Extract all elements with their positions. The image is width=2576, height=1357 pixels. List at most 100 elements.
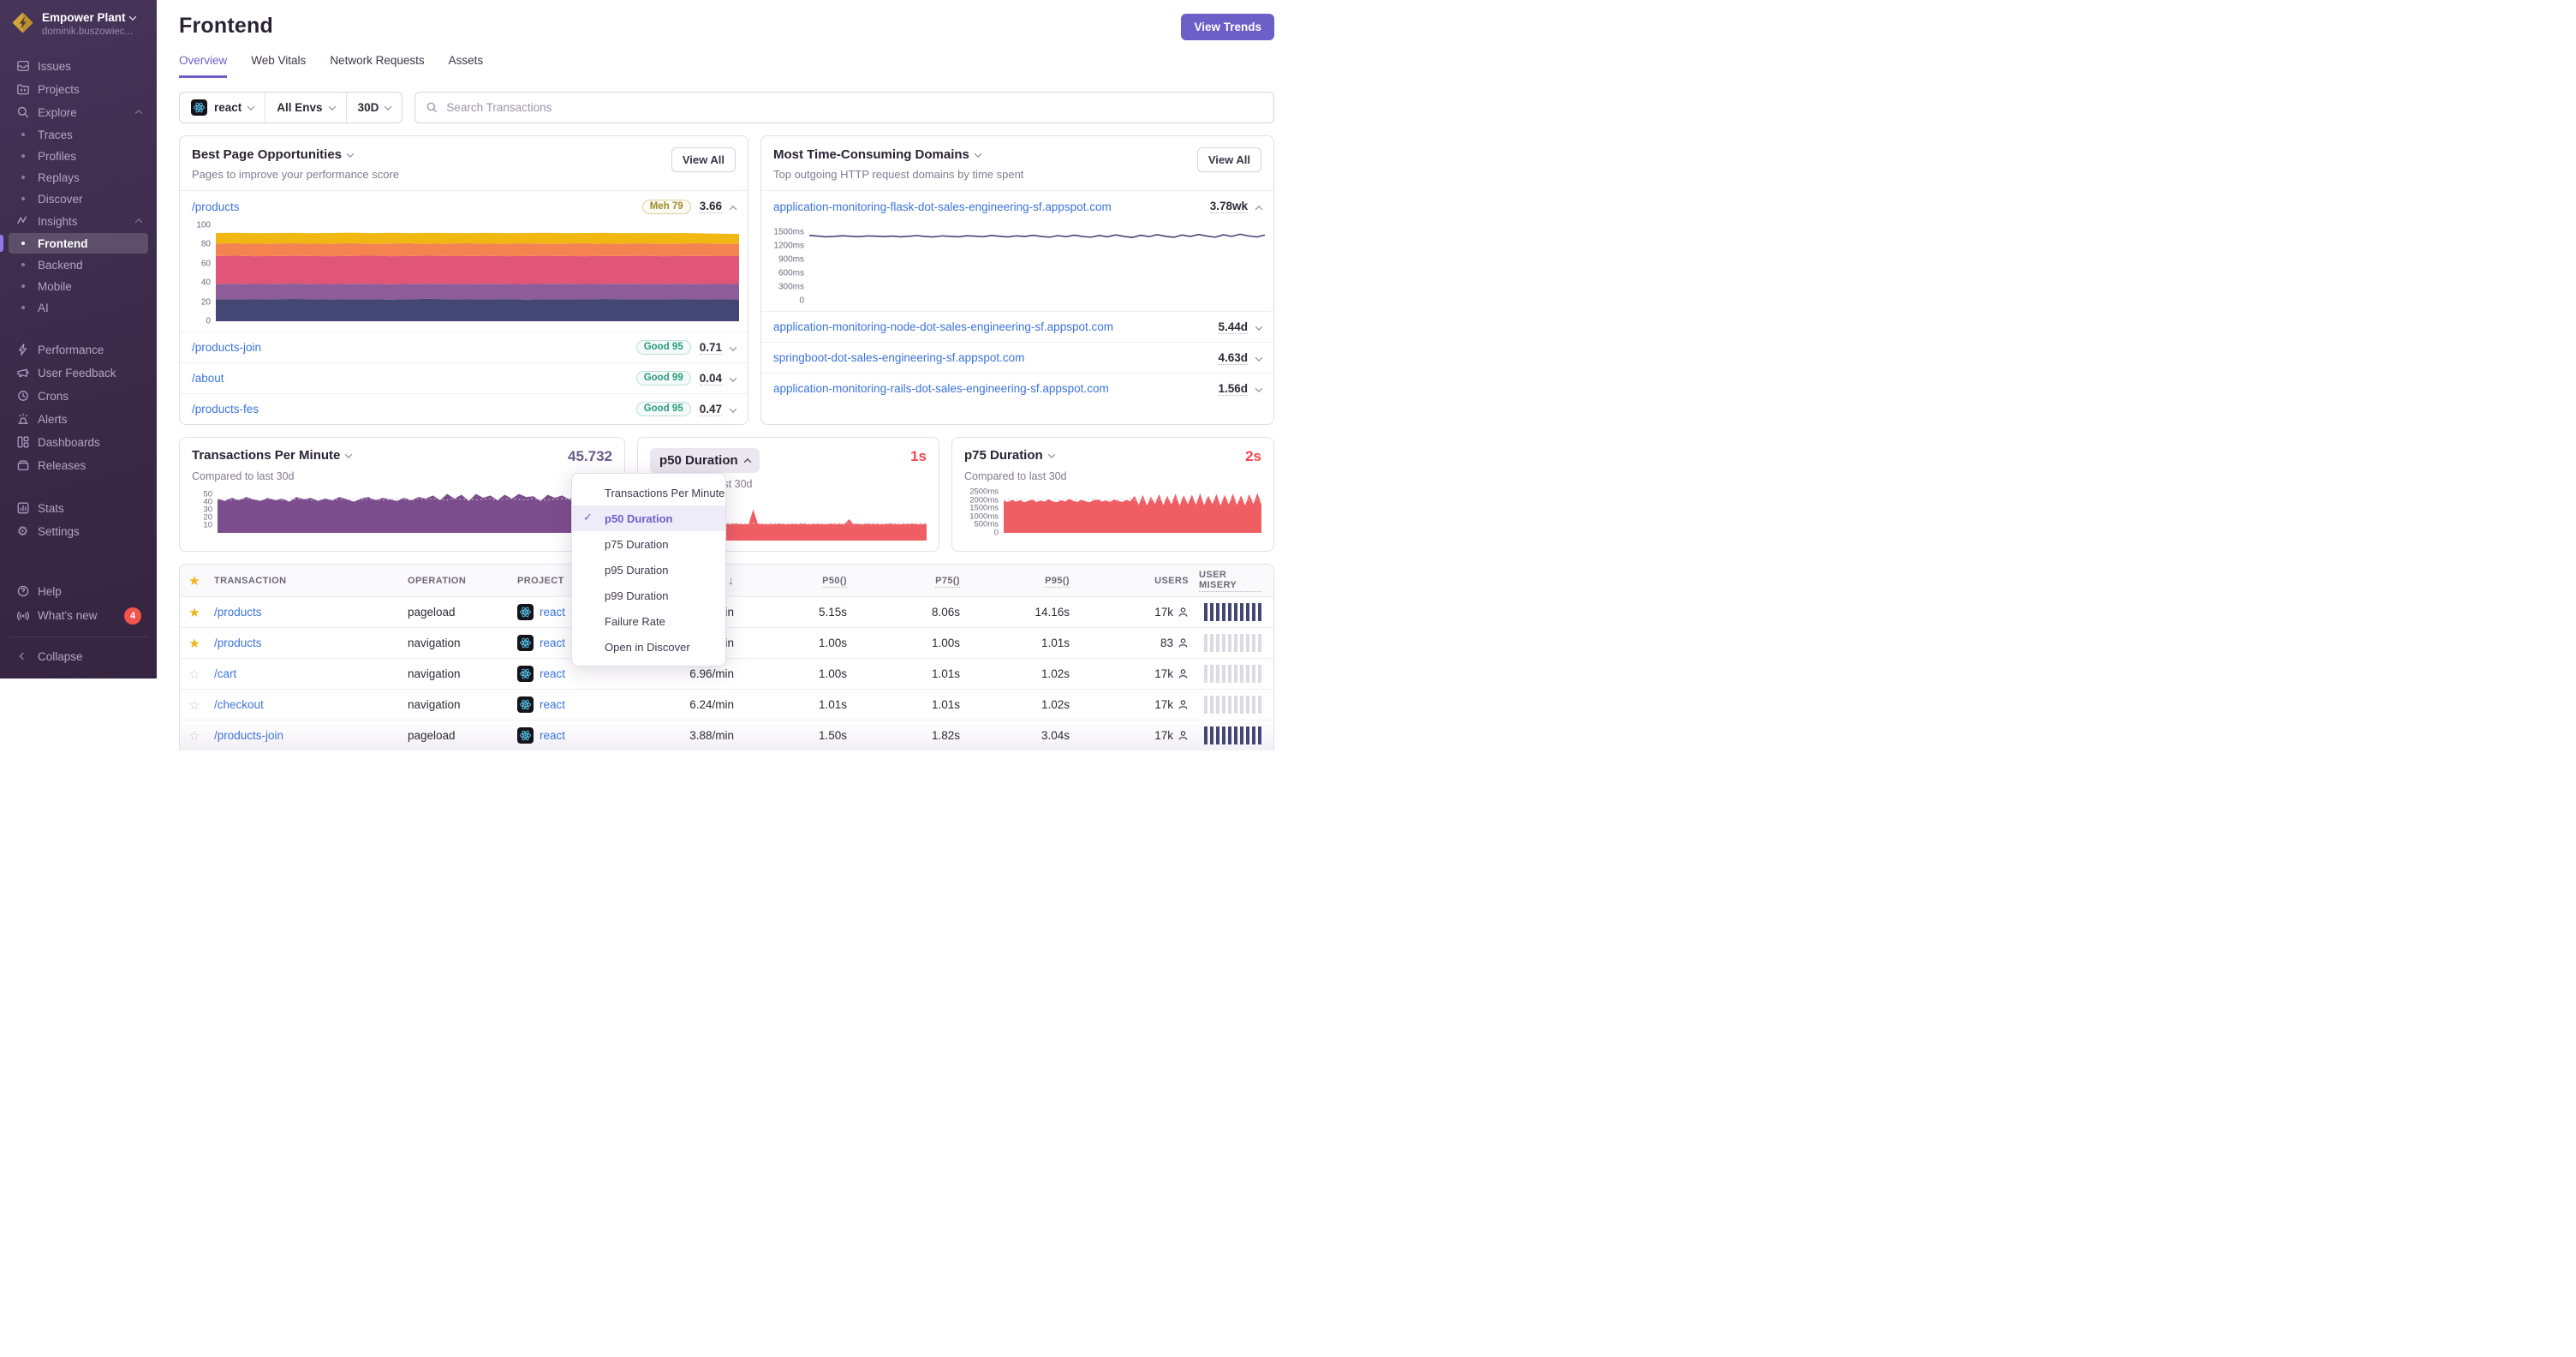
date-filter[interactable]: 30D xyxy=(347,93,402,123)
expand-row-button[interactable] xyxy=(1255,382,1263,395)
sidebar-item-backend[interactable]: Backend xyxy=(9,254,148,275)
sidebar-item-performance[interactable]: Performance xyxy=(9,338,148,361)
sidebar-item-replays[interactable]: Replays xyxy=(9,167,148,188)
expand-row-button[interactable] xyxy=(1255,351,1263,364)
check-icon: ✓ xyxy=(583,511,593,523)
tab-web-vitals[interactable]: Web Vitals xyxy=(251,54,306,78)
p50-metric-selector[interactable]: p50 Duration xyxy=(650,448,760,473)
domain-link[interactable]: application-monitoring-rails-dot-sales-e… xyxy=(773,382,1109,395)
expand-row-button[interactable] xyxy=(729,341,737,354)
panel-title-best-pages[interactable]: Best Page Opportunities xyxy=(192,147,399,162)
transaction-link[interactable]: /products-join xyxy=(214,729,283,742)
help-icon xyxy=(15,584,30,599)
search-placeholder: Search Transactions xyxy=(446,101,552,114)
page-link[interactable]: /about xyxy=(192,372,224,385)
page-link[interactable]: /products xyxy=(192,200,240,213)
star-toggle[interactable]: ☆ xyxy=(180,667,209,682)
page-link[interactable]: /products-join xyxy=(192,341,261,354)
transaction-link[interactable]: /checkout xyxy=(214,698,264,711)
column-p50[interactable]: P50() xyxy=(739,575,852,588)
sidebar-item-profiles[interactable]: Profiles xyxy=(9,146,148,166)
area-plot xyxy=(1004,490,1261,533)
expand-row-button[interactable] xyxy=(729,403,737,415)
org-switcher[interactable]: Empower Plant dominik.buszowiec... xyxy=(0,0,157,45)
menu-item-open-in-discover[interactable]: Open in Discover xyxy=(572,634,725,660)
sidebar-item-traces[interactable]: Traces xyxy=(9,124,148,145)
sidebar-item-crons[interactable]: Crons xyxy=(9,385,148,407)
project-link[interactable]: react xyxy=(540,606,565,619)
env-filter[interactable]: All Envs xyxy=(265,93,347,123)
sidebar-item-explore[interactable]: Explore xyxy=(9,101,148,123)
column-user-misery[interactable]: USER MISERY xyxy=(1194,570,1273,592)
tab-overview[interactable]: Overview xyxy=(179,54,228,78)
domain-link[interactable]: application-monitoring-node-dot-sales-en… xyxy=(773,320,1113,333)
domain-row: application-monitoring-flask-dot-sales-e… xyxy=(761,191,1273,222)
transaction-link[interactable]: /cart xyxy=(214,667,236,680)
menu-item-tpm[interactable]: Transactions Per Minute xyxy=(572,480,725,505)
domain-link[interactable]: application-monitoring-flask-dot-sales-e… xyxy=(773,200,1112,213)
menu-item-p75[interactable]: p75 Duration xyxy=(572,531,725,557)
menu-item-p50[interactable]: ✓ p50 Duration xyxy=(572,505,725,531)
sidebar-item-help[interactable]: Help xyxy=(9,580,148,602)
page-row: /products-join Good 95 0.71 xyxy=(180,332,748,362)
sidebar-item-frontend[interactable]: Frontend xyxy=(0,233,148,254)
collapse-row-button[interactable] xyxy=(729,200,737,213)
column-operation[interactable]: OPERATION xyxy=(402,576,512,586)
sidebar-item-issues[interactable]: Issues xyxy=(9,55,148,77)
star-toggle[interactable]: ☆ xyxy=(180,728,209,744)
transaction-link[interactable]: /products xyxy=(214,637,262,649)
sidebar-item-whats-new[interactable]: What's new 4 xyxy=(9,603,148,628)
sidebar-item-projects[interactable]: Projects xyxy=(9,78,148,100)
view-trends-button[interactable]: View Trends xyxy=(1181,14,1274,40)
tab-network-requests[interactable]: Network Requests xyxy=(330,54,424,78)
p75-metric-selector[interactable]: p75 Duration xyxy=(964,448,1055,463)
page-link[interactable]: /products-fes xyxy=(192,403,259,415)
sidebar-item-user-feedback[interactable]: User Feedback xyxy=(9,362,148,384)
sidebar-item-settings[interactable]: ⚙ Settings xyxy=(9,520,148,542)
column-transaction[interactable]: TRANSACTION xyxy=(209,576,402,586)
star-toggle[interactable]: ☆ xyxy=(180,697,209,713)
search-transactions-input[interactable]: Search Transactions xyxy=(414,92,1274,123)
project-link[interactable]: react xyxy=(540,729,565,742)
sidebar-item-label: Mobile xyxy=(38,279,72,293)
domain-link[interactable]: springboot-dot-sales-engineering-sf.apps… xyxy=(773,351,1024,364)
project-filter[interactable]: react xyxy=(180,93,266,123)
panel-title-domains[interactable]: Most Time-Consuming Domains xyxy=(773,147,1023,162)
menu-item-p99[interactable]: p99 Duration xyxy=(572,583,725,608)
star-toggle[interactable]: ★ xyxy=(180,636,209,651)
transaction-link[interactable]: /products xyxy=(214,606,262,619)
tab-assets[interactable]: Assets xyxy=(449,54,484,78)
project-link[interactable]: react xyxy=(540,698,565,711)
sidebar-item-label: Traces xyxy=(38,128,73,141)
view-all-button[interactable]: View All xyxy=(671,147,736,172)
star-toggle[interactable]: ★ xyxy=(180,605,209,620)
menu-item-failure-rate[interactable]: Failure Rate xyxy=(572,608,725,634)
sidebar-item-stats[interactable]: Stats xyxy=(9,497,148,519)
menu-item-p95[interactable]: p95 Duration xyxy=(572,557,725,583)
project-link[interactable]: react xyxy=(540,667,565,680)
sidebar-item-label: Dashboards xyxy=(38,435,100,449)
sidebar-item-dashboards[interactable]: Dashboards xyxy=(9,431,148,453)
sidebar-item-discover[interactable]: Discover xyxy=(9,188,148,209)
sidebar-item-alerts[interactable]: Alerts xyxy=(9,408,148,430)
sidebar-item-mobile[interactable]: Mobile xyxy=(9,276,148,296)
project-link[interactable]: react xyxy=(540,637,565,649)
sidebar-item-releases[interactable]: Releases xyxy=(9,454,148,476)
view-all-button[interactable]: View All xyxy=(1196,147,1261,172)
star-header-icon[interactable]: ★ xyxy=(180,573,209,589)
column-p75[interactable]: P75() xyxy=(852,575,965,588)
column-p95[interactable]: P95() xyxy=(965,575,1075,588)
sidebar-item-insights[interactable]: Insights xyxy=(9,210,148,232)
compare-label: Compared to last 30d xyxy=(964,470,1067,482)
sidebar-item-ai[interactable]: AI xyxy=(9,297,148,318)
expand-row-button[interactable] xyxy=(729,372,737,385)
collapse-row-button[interactable] xyxy=(1255,200,1263,213)
tpm-metric-selector[interactable]: Transactions Per Minute xyxy=(192,448,353,463)
sidebar-item-label: Discover xyxy=(38,192,83,206)
p75-cell: 1.01s xyxy=(931,667,960,680)
p75-cell: 1.00s xyxy=(931,637,960,649)
column-users[interactable]: USERS xyxy=(1075,576,1194,586)
sidebar-collapse-button[interactable]: Collapse xyxy=(9,645,148,667)
y-axis: 2500ms 2000ms 1500ms 1000ms 500ms 0 xyxy=(969,487,999,538)
expand-row-button[interactable] xyxy=(1255,320,1263,333)
